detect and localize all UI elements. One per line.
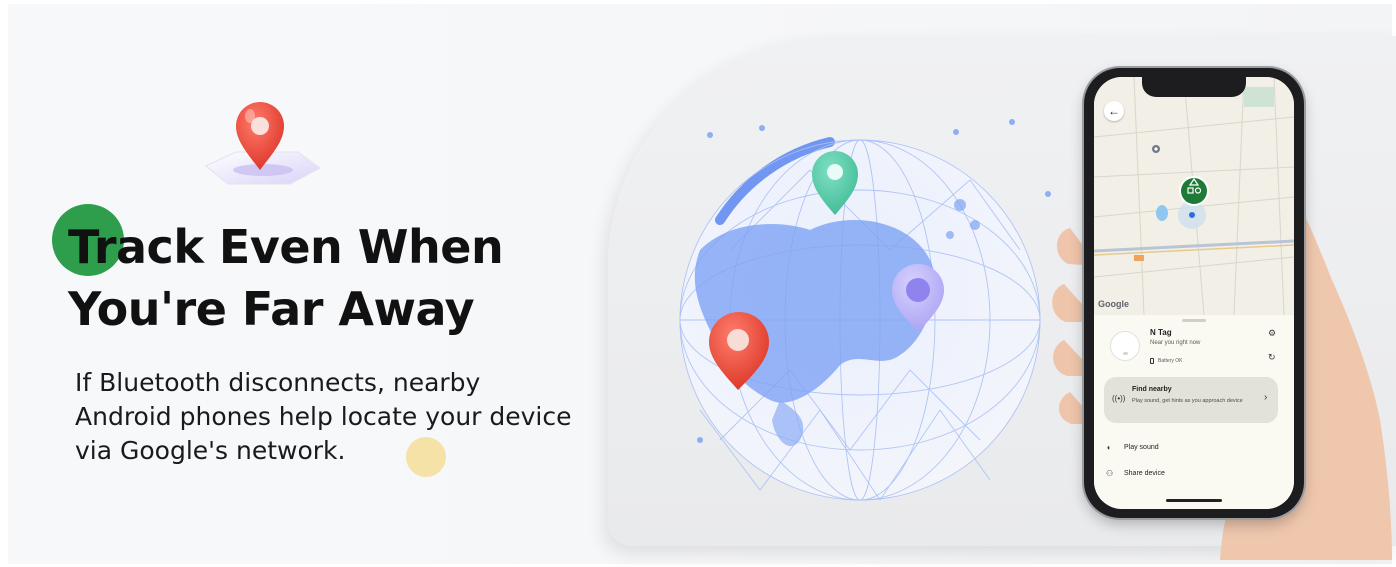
globe-illustration [679,119,1051,501]
back-button[interactable]: ← [1104,101,1124,121]
map-view[interactable]: ← Google [1094,77,1294,315]
phone-mockup: ← Google N Tag Near you right now Batter… [1084,68,1304,518]
headline: Track Even When You're Far Away [68,216,504,340]
arrow-left-icon: ← [1108,104,1120,118]
battery-status: Battery OK [1158,358,1183,364]
gear-icon[interactable]: ⚙ [1268,328,1276,339]
map-pin-illustration [205,102,321,185]
chevron-right-icon: › [1264,392,1268,403]
signal-icon: ((•)) [1112,394,1126,403]
device-status: Near you right now [1150,340,1201,346]
refresh-icon[interactable]: ↻ [1268,352,1276,363]
find-nearby-card[interactable]: ((•)) Find nearby Play sound, get hints … [1104,377,1278,423]
description: If Bluetooth disconnects, nearby Android… [75,366,615,468]
speaker-icon: ◖ [1106,443,1111,452]
battery-icon [1150,358,1154,364]
sheet-drag-handle[interactable] [1182,319,1206,322]
phone-screen: ← Google N Tag Near you right now Batter… [1094,77,1294,509]
map-streets [1094,77,1294,315]
description-line-2: Android phones help locate your device [75,402,572,431]
description-line-3: via Google's network. [75,436,346,465]
device-bottom-sheet: N Tag Near you right now Battery OK ⚙ ↻ … [1094,315,1294,509]
play-sound-action[interactable]: ◖ Play sound [1104,442,1278,456]
add-person-icon: ⚇ [1106,469,1114,478]
description-line-1: If Bluetooth disconnects, nearby [75,368,481,397]
share-device-label: Share device [1124,470,1165,477]
play-sound-label: Play sound [1124,444,1159,451]
accent-circle-yellow [406,437,446,477]
headline-line-2: You're Far Away [68,282,475,336]
share-device-action[interactable]: ⚇ Share device [1104,468,1278,482]
phone-notch [1142,77,1246,97]
device-name: N Tag [1150,328,1172,337]
home-indicator [1166,499,1222,502]
find-nearby-title: Find nearby [1132,386,1172,393]
headline-line-1: Track Even When [68,220,504,274]
google-attribution: Google [1098,299,1129,309]
tag-device-image [1110,331,1140,361]
find-nearby-subtitle: Play sound, get hints as you approach de… [1132,398,1243,404]
